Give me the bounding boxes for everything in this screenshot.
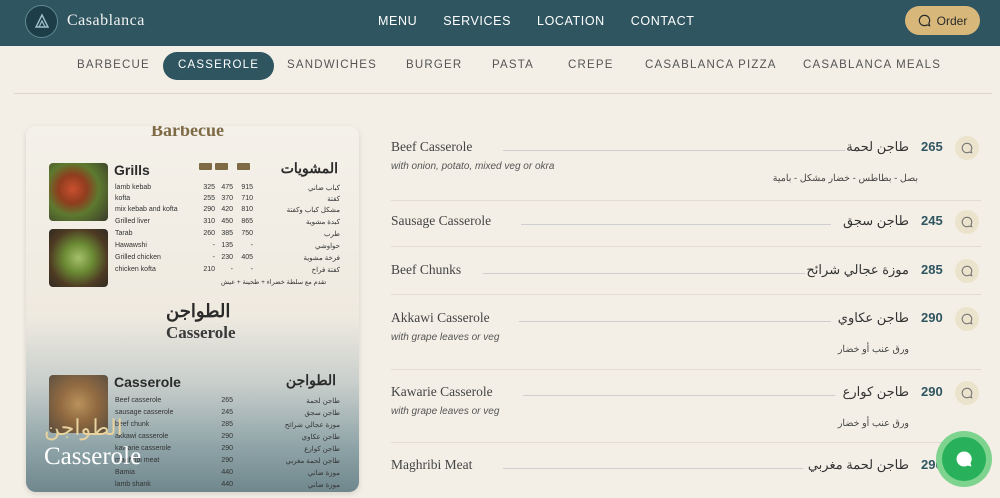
price-size-headers <box>199 163 250 170</box>
grills-title-en: Grills <box>114 162 150 178</box>
item-price: 290 <box>921 310 943 325</box>
tab-casserole[interactable]: CASSEROLE <box>163 52 275 80</box>
item-separator <box>391 294 981 295</box>
chat-bubble-icon[interactable] <box>955 136 979 160</box>
order-button[interactable]: Order <box>905 6 980 35</box>
item-name-ar: طاجن سجق <box>843 213 909 228</box>
category-divider <box>14 93 992 94</box>
item-price: 245 <box>921 213 943 228</box>
item-separator <box>391 246 981 247</box>
logo-icon[interactable] <box>25 5 58 38</box>
item-name-ar: موزة عجالي شرائح <box>806 262 909 277</box>
chat-bubble-icon[interactable] <box>955 259 979 283</box>
item-leader-line <box>503 468 803 469</box>
item-description: with grape leaves or veg <box>391 332 500 343</box>
item-price: 290 <box>921 384 943 399</box>
casserole-banner-en: Casserole <box>166 323 236 342</box>
item-name: Maghribi Meat <box>391 457 473 472</box>
casserole-section-ar: الطواجن <box>285 372 336 388</box>
chat-bubble-icon[interactable] <box>955 307 979 331</box>
item-name: Kawarie Casserole <box>391 384 493 399</box>
item-leader-line <box>519 321 831 322</box>
tab-pasta[interactable]: PASTA <box>492 59 534 71</box>
chat-bubble-icon[interactable] <box>955 210 979 234</box>
item-leader-line <box>483 273 805 274</box>
top-navigation-bar: Casablanca MENU SERVICES LOCATION CONTAC… <box>0 0 1000 46</box>
item-name: Beef Chunks <box>391 262 462 277</box>
item-name-ar: طاجن لحمة مغربي <box>807 457 909 472</box>
item-description-ar: ورق عنب أو خضار <box>837 344 909 355</box>
item-name-ar: طاجن كوارع <box>842 384 909 399</box>
tab-casablanca-pizza[interactable]: CASABLANCA PIZZA <box>645 59 777 71</box>
menu-image-card[interactable]: Barbecue Grills المشويات lamb kebab 325 47… <box>26 126 359 492</box>
whatsapp-chat-button[interactable] <box>936 431 992 487</box>
nav-contact[interactable]: CONTACT <box>631 14 695 28</box>
item-description-ar: بصل - بطاطس - خضار مشكل - بامية <box>772 173 918 184</box>
grilled-chicken-photo <box>49 229 108 287</box>
item-description: with grape leaves or veg <box>391 406 500 417</box>
item-leader-line <box>523 395 835 396</box>
main-nav: MENU SERVICES LOCATION CONTACT <box>378 14 720 28</box>
order-button-label: Order <box>936 13 968 28</box>
chat-bubble-icon <box>918 14 931 27</box>
tab-sandwiches[interactable]: SANDWICHES <box>287 59 377 71</box>
nav-services[interactable]: SERVICES <box>443 14 511 28</box>
category-tabs: BARBECUE CASSEROLE SANDWICHES BURGER PAS… <box>0 46 1000 92</box>
grills-photo <box>49 163 108 221</box>
item-name: Sausage Casserole <box>391 213 492 228</box>
item-price: 285 <box>921 262 943 277</box>
grills-note: تقدم مع سلطة خضراء + طحينة + عيش <box>221 279 327 286</box>
item-leader-line <box>521 224 831 225</box>
item-separator <box>391 369 981 370</box>
item-description: with onion, potato, mixed veg or okra <box>391 161 555 172</box>
card-top-title: Barbecue <box>151 126 224 140</box>
card-overlay-title-en: Casserole <box>44 443 142 470</box>
nav-location[interactable]: LOCATION <box>537 14 605 28</box>
casserole-banner-ar: الطواجن <box>166 301 231 321</box>
item-separator <box>391 200 981 201</box>
item-name-ar: طاجن لحمة <box>846 139 909 154</box>
whatsapp-icon <box>942 437 986 481</box>
tab-crepe[interactable]: CREPE <box>568 59 614 71</box>
nav-menu[interactable]: MENU <box>378 14 417 28</box>
item-name: Akkawi Casserole <box>391 310 490 325</box>
tab-barbecue[interactable]: BARBECUE <box>77 59 150 71</box>
item-leader-line <box>503 150 845 151</box>
casserole-section-en: Casserole <box>114 374 181 390</box>
grills-title-ar: المشويات <box>280 160 338 176</box>
item-price: 265 <box>921 139 943 154</box>
tab-casablanca-meals[interactable]: CASABLANCA MEALS <box>803 59 941 71</box>
chat-bubble-icon[interactable] <box>955 381 979 405</box>
card-overlay-title-ar: الطواجن <box>44 415 123 440</box>
brand-name[interactable]: Casablanca <box>67 12 145 30</box>
item-name-ar: طاجن عكاوي <box>837 310 909 325</box>
item-description-ar: ورق عنب أو خضار <box>837 418 909 429</box>
tab-burger[interactable]: BURGER <box>406 59 462 71</box>
item-separator <box>391 442 981 443</box>
item-name: Beef Casserole <box>391 139 473 154</box>
